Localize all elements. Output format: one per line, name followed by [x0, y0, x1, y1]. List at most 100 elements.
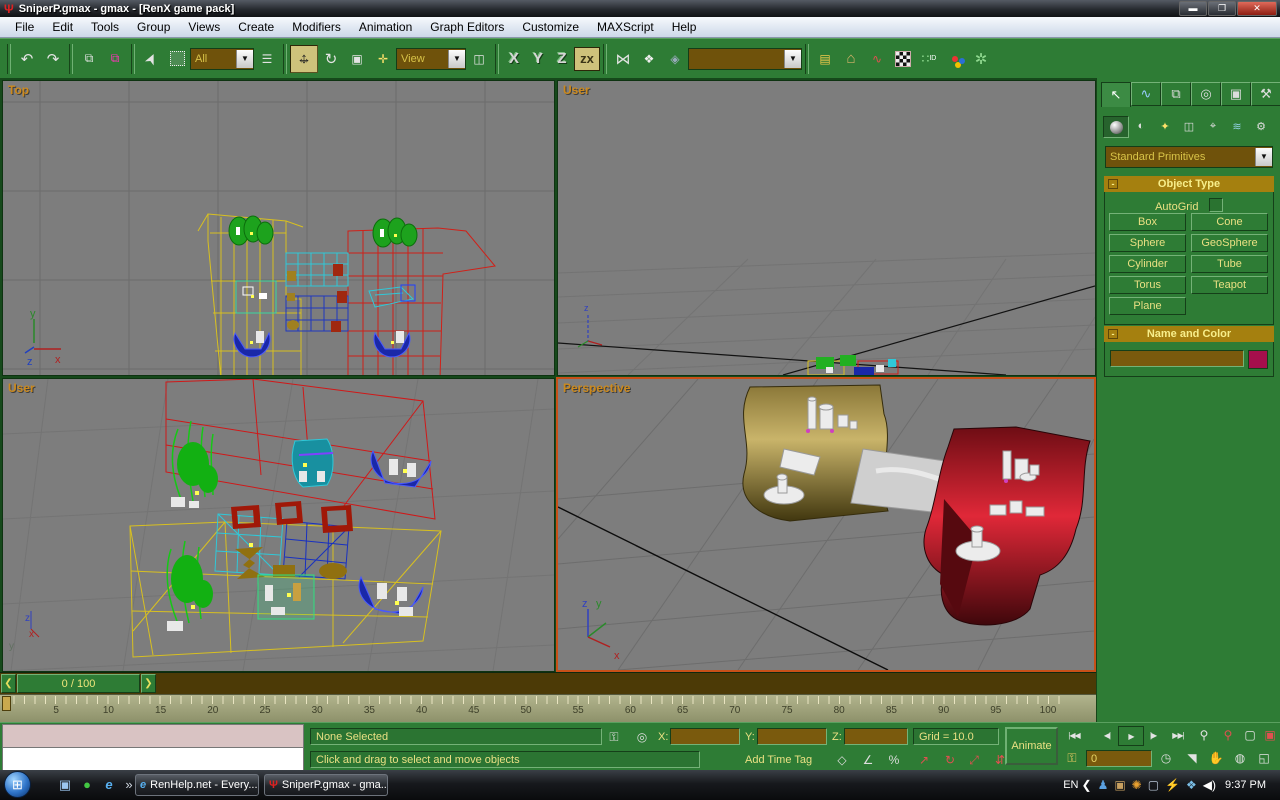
language-indicator[interactable]: EN	[1063, 779, 1078, 791]
menu-help[interactable]: Help	[663, 20, 706, 34]
arc-rotate-icon[interactable]: ◍	[1228, 749, 1252, 767]
tray-network-icon[interactable]: ❖	[1186, 778, 1197, 792]
next-frame-button[interactable]: |▶	[1141, 726, 1165, 744]
go-to-start-button[interactable]: |◀◀	[1062, 726, 1086, 744]
schematic-view-button[interactable]: ⌂	[838, 46, 864, 72]
viewport-perspective[interactable]: Perspective	[556, 377, 1096, 672]
zoom-icon[interactable]: ⚲	[1192, 726, 1216, 744]
select-and-scale-button[interactable]: ▣	[344, 46, 370, 72]
geosphere-button[interactable]: GeoSphere	[1191, 234, 1268, 252]
sphere-button[interactable]: Sphere	[1109, 234, 1186, 252]
viewport-user-left[interactable]: User	[2, 378, 555, 672]
minimize-button[interactable]: ▬	[1179, 1, 1207, 16]
track-view-button[interactable]: ▤	[812, 46, 838, 72]
align-button[interactable]: ◈	[662, 46, 688, 72]
curve-editor-button[interactable]: ∿	[864, 46, 890, 72]
torus-button[interactable]: Torus	[1109, 276, 1186, 294]
tab-modify[interactable]: ∿	[1131, 82, 1161, 106]
zoom-all-icon[interactable]: ⚲	[1216, 726, 1240, 744]
menu-edit[interactable]: Edit	[43, 20, 82, 34]
tray-color-app-icon[interactable]: ✺	[1132, 778, 1142, 792]
previous-frame-button[interactable]: ◀|	[1095, 726, 1119, 744]
previous-frame-arrow[interactable]: ❮	[1, 674, 16, 693]
tab-hierarchy[interactable]: ⧉	[1161, 82, 1191, 106]
tab-motion[interactable]: ◎	[1191, 82, 1221, 106]
start-button[interactable]: ⊞	[4, 771, 31, 798]
percent-snap-icon[interactable]: %	[884, 751, 904, 769]
next-frame-arrow[interactable]: ❯	[141, 674, 156, 693]
tab-display[interactable]: ▣	[1221, 82, 1251, 106]
autogrid-checkbox[interactable]	[1209, 198, 1223, 212]
select-and-rotate-button[interactable]: ↻	[318, 46, 344, 72]
viewport-user-right[interactable]: User	[557, 80, 1096, 376]
tray-expand-chevron-icon[interactable]: ❮	[1082, 778, 1092, 792]
selection-lock-icon[interactable]: ⚿	[604, 728, 624, 746]
snap-toggle-icon[interactable]: ◇	[832, 751, 852, 769]
render-last-button[interactable]: ✲	[968, 46, 994, 72]
key-mode-icon[interactable]: ⚿	[1062, 749, 1082, 767]
viewport-perspective-label[interactable]: Perspective	[563, 381, 630, 395]
menu-file[interactable]: File	[6, 20, 43, 34]
category-space-warps[interactable]: ≋	[1225, 116, 1249, 136]
restrict-plane-button[interactable]: zx	[574, 47, 600, 71]
internet-explorer-icon[interactable]: e	[100, 776, 118, 794]
tab-utilities[interactable]: ⚒	[1251, 82, 1280, 106]
select-and-link-button[interactable]: ⧉	[76, 46, 102, 72]
time-slider[interactable]: 0 / 100	[17, 674, 140, 693]
restore-button[interactable]: ❐	[1208, 1, 1236, 16]
menu-animation[interactable]: Animation	[350, 20, 421, 34]
rectangular-selection-region-button[interactable]	[164, 46, 190, 72]
pan-hand-icon[interactable]: ✋	[1204, 749, 1228, 767]
undo-button[interactable]: ↶	[14, 46, 40, 72]
tray-user-icon[interactable]: ♟	[1098, 778, 1109, 792]
mirror-button[interactable]: ⋈	[610, 46, 636, 72]
category-lights[interactable]: ✦	[1153, 116, 1177, 136]
y-coordinate-field[interactable]	[757, 728, 827, 745]
select-and-manipulate-button[interactable]: ✛	[370, 46, 396, 72]
zoom-extents-all-icon[interactable]: ▣	[1258, 726, 1280, 744]
menu-tools[interactable]: Tools	[82, 20, 128, 34]
gmax-quicklaunch-icon[interactable]: ●	[78, 776, 96, 794]
select-and-move-button[interactable]: ↔ ↕	[290, 45, 318, 73]
plane-button[interactable]: Plane	[1109, 297, 1186, 315]
taskbar-item-renhelp[interactable]: e RenHelp.net - Every...	[135, 774, 259, 796]
category-systems[interactable]: ⚙	[1249, 116, 1273, 136]
object-color-swatch[interactable]	[1248, 350, 1268, 369]
transform-typein-icon[interactable]: ↻	[940, 751, 960, 769]
min-max-toggle-icon[interactable]: ◱	[1252, 749, 1276, 767]
tray-power-icon[interactable]: ⚡	[1165, 778, 1180, 792]
menu-maxscript[interactable]: MAXScript	[588, 20, 663, 34]
category-shapes[interactable]: ◐	[1129, 116, 1153, 136]
maxscript-listener-white[interactable]	[2, 747, 304, 771]
menu-group[interactable]: Group	[128, 20, 179, 34]
current-frame-field[interactable]: 0	[1086, 750, 1152, 767]
cylinder-button[interactable]: Cylinder	[1109, 255, 1186, 273]
menu-views[interactable]: Views	[179, 20, 229, 34]
axis-constraint-icon[interactable]: ⤢	[964, 751, 984, 769]
cone-button[interactable]: Cone	[1191, 213, 1268, 231]
track-bar[interactable]: 5101520253035404550556065707580859095100	[0, 694, 1096, 723]
menu-customize[interactable]: Customize	[513, 20, 588, 34]
object-type-rollout-header[interactable]: - Object Type	[1104, 176, 1274, 192]
animate-button[interactable]: Animate	[1005, 727, 1058, 765]
named-selection-sets-dropdown[interactable]: ▼	[688, 48, 802, 70]
go-to-end-button[interactable]: ▶▶|	[1166, 726, 1190, 744]
tray-computer-icon[interactable]: ▣	[1114, 778, 1125, 792]
restrict-x-button[interactable]: X	[502, 50, 526, 67]
viewport-top-label[interactable]: Top	[8, 83, 29, 97]
multi-sub-id-button[interactable]: ∷ID	[916, 46, 942, 72]
selection-filter-dropdown[interactable]: All ▼	[190, 48, 254, 70]
viewport-top[interactable]: Top	[2, 80, 555, 376]
menu-graph-editors[interactable]: Graph Editors	[421, 20, 513, 34]
tab-create[interactable]: ↖	[1101, 82, 1131, 107]
box-button[interactable]: Box	[1109, 213, 1186, 231]
menu-create[interactable]: Create	[229, 20, 283, 34]
maxscript-listener-pink[interactable]	[2, 724, 304, 748]
reference-coordinate-dropdown[interactable]: View ▼	[396, 48, 466, 70]
quick-render-button[interactable]	[942, 46, 968, 72]
x-coordinate-field[interactable]	[670, 728, 740, 745]
teapot-button[interactable]: Teapot	[1191, 276, 1268, 294]
tube-button[interactable]: Tube	[1191, 255, 1268, 273]
category-cameras[interactable]: ◫	[1177, 116, 1201, 136]
add-time-tag[interactable]: Add Time Tag	[745, 754, 812, 766]
